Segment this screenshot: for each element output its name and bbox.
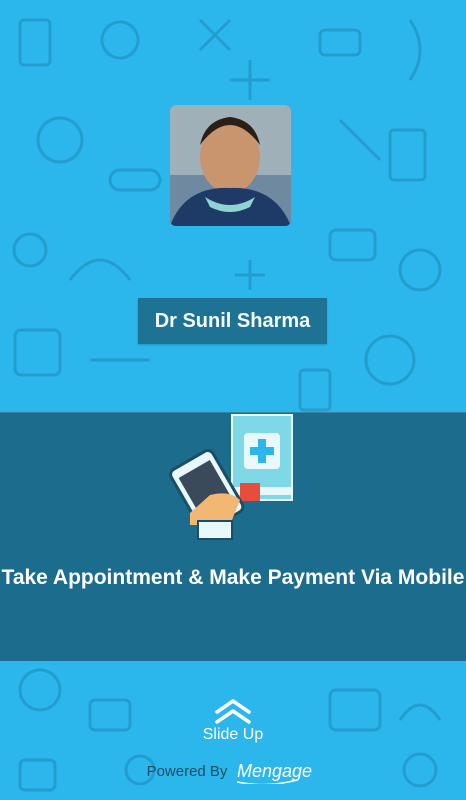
promo-text: Take Appointment & Make Payment Via Mobi… — [1, 566, 465, 589]
doctor-photo — [170, 105, 291, 226]
svg-text:Mengage: Mengage — [237, 761, 312, 781]
slide-up-label: Slide Up — [202, 726, 264, 743]
slide-up-control[interactable]: Slide Up — [0, 698, 466, 744]
doctor-name: Dr Sunil Sharma — [154, 309, 311, 332]
double-chevron-up-icon — [215, 699, 251, 724]
doctor-name-box: Dr Sunil Sharma — [138, 298, 327, 344]
mengage-logo-mark: Mengage — [237, 761, 313, 784]
powered-by-footer: Powered By Mengage — [0, 758, 466, 784]
mengage-logo: Mengage — [235, 758, 319, 784]
mobile-payment-illustration — [169, 414, 293, 540]
doctor-avatar — [170, 105, 291, 226]
powered-by-label: Powered By — [146, 762, 228, 780]
promo-panel: Take Appointment & Make Payment Via Mobi… — [0, 412, 466, 661]
